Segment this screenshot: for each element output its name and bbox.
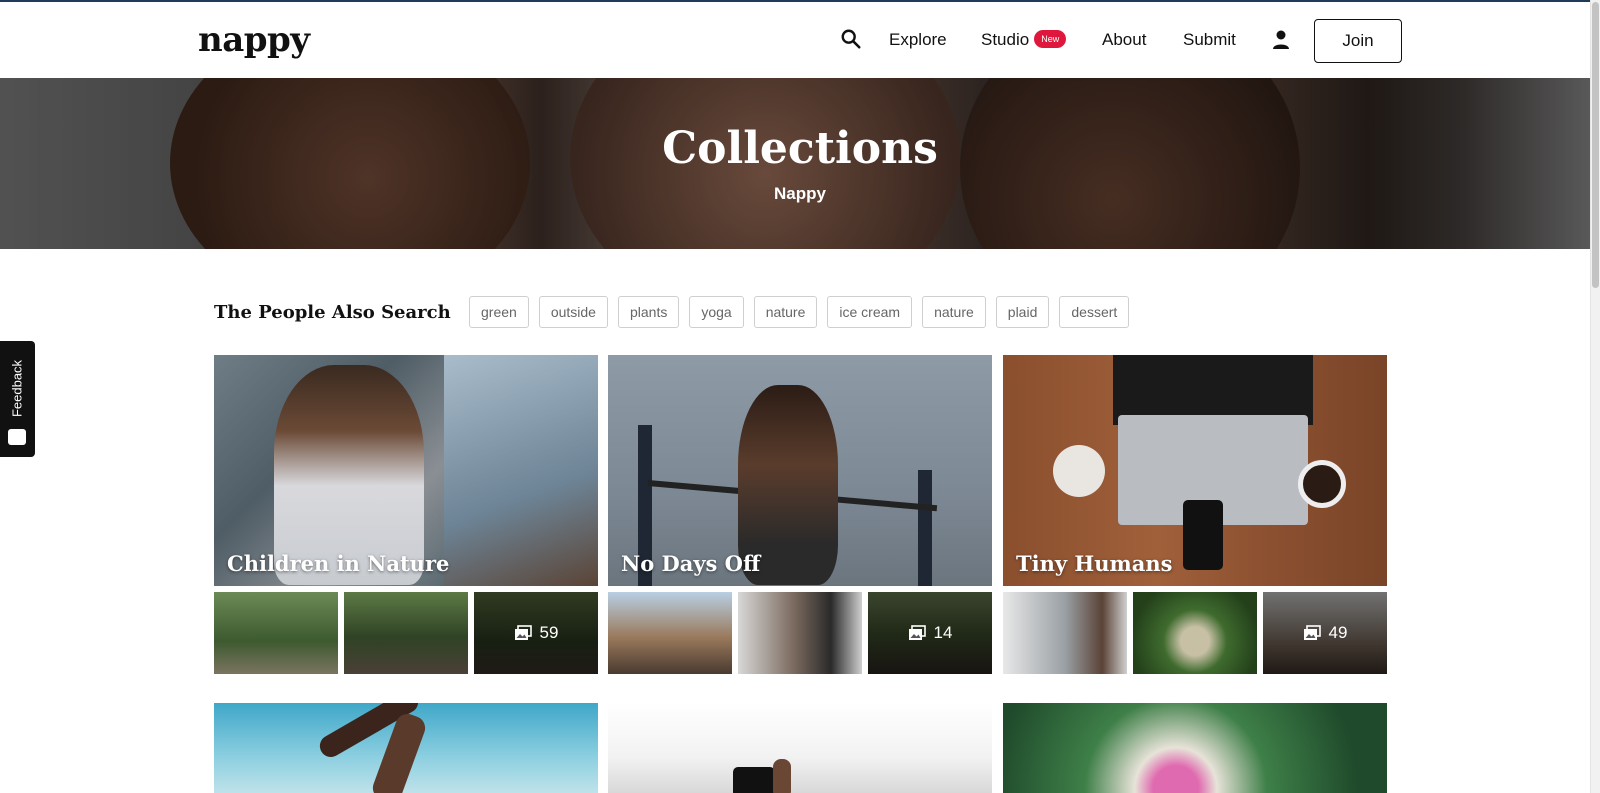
collection-cover-image[interactable] bbox=[1003, 703, 1387, 793]
collection-card[interactable]: No Days Off 14 bbox=[608, 355, 992, 674]
thumbnail-image[interactable] bbox=[738, 592, 862, 674]
photo-count-overlay: 14 bbox=[868, 592, 992, 674]
hero-banner: Collections Nappy bbox=[0, 78, 1590, 249]
thumbnail-image[interactable] bbox=[608, 592, 732, 674]
photo-count: 14 bbox=[933, 623, 953, 642]
images-icon bbox=[908, 625, 926, 640]
collection-title: Tiny Humans bbox=[1016, 551, 1173, 576]
collection-card[interactable]: Children in Nature 59 bbox=[214, 355, 598, 674]
tag-plants[interactable]: plants bbox=[617, 296, 680, 328]
user-icon[interactable] bbox=[1272, 30, 1290, 50]
collection-cover-image[interactable]: Tiny Humans bbox=[1003, 355, 1387, 586]
tag-nature-2[interactable]: nature bbox=[922, 296, 986, 328]
feedback-smile-icon bbox=[8, 429, 26, 445]
collection-cover-image[interactable]: No Days Off bbox=[608, 355, 992, 586]
collection-cover-image[interactable] bbox=[608, 703, 992, 793]
collection-thumbnails: 59 bbox=[214, 592, 598, 674]
collection-cover-image[interactable] bbox=[214, 703, 598, 793]
thumbnail-image[interactable]: 49 bbox=[1263, 592, 1387, 674]
search-tags: green outside plants yoga nature ice cre… bbox=[469, 296, 1130, 328]
feedback-tab[interactable]: Feedback bbox=[0, 341, 35, 457]
photo-count-overlay: 49 bbox=[1263, 592, 1387, 674]
search-icon[interactable] bbox=[840, 28, 862, 50]
tag-dessert[interactable]: dessert bbox=[1059, 296, 1130, 328]
tag-plaid[interactable]: plaid bbox=[995, 296, 1050, 328]
new-badge: New bbox=[1034, 29, 1067, 48]
collection-thumbnails: 49 bbox=[1003, 592, 1387, 674]
thumbnail-image[interactable] bbox=[214, 592, 338, 674]
join-button[interactable]: Join bbox=[1314, 19, 1402, 63]
photo-count: 49 bbox=[1328, 623, 1348, 642]
tag-green[interactable]: green bbox=[469, 296, 529, 328]
also-search-title: The People Also Search bbox=[214, 302, 451, 323]
collection-thumbnails: 14 bbox=[608, 592, 992, 674]
nav-studio[interactable]: Studio New bbox=[981, 29, 1067, 50]
photo-count-overlay: 59 bbox=[474, 592, 598, 674]
nav-about[interactable]: About bbox=[1102, 30, 1146, 50]
nav-explore[interactable]: Explore bbox=[889, 30, 947, 50]
thumbnail-image[interactable] bbox=[1133, 592, 1257, 674]
page-title: Collections bbox=[662, 123, 938, 174]
tag-ice-cream[interactable]: ice cream bbox=[827, 296, 913, 328]
site-logo[interactable]: nappy bbox=[198, 20, 310, 60]
thumbnail-image[interactable] bbox=[344, 592, 468, 674]
collection-title: Children in Nature bbox=[227, 551, 450, 576]
page-subtitle: Nappy bbox=[774, 184, 826, 203]
scrollbar-thumb[interactable] bbox=[1592, 2, 1599, 288]
tag-yoga[interactable]: yoga bbox=[689, 296, 744, 328]
thumbnail-image[interactable]: 59 bbox=[474, 592, 598, 674]
collection-title: No Days Off bbox=[621, 551, 761, 576]
tag-nature[interactable]: nature bbox=[753, 296, 818, 328]
site-header: nappy Explore Studio New About Submit Joi… bbox=[0, 2, 1590, 78]
collection-cover-image[interactable]: Children in Nature bbox=[214, 355, 598, 586]
page-scrollbar[interactable] bbox=[1590, 0, 1600, 793]
thumbnail-image[interactable] bbox=[1003, 592, 1127, 674]
nav-submit[interactable]: Submit bbox=[1183, 30, 1236, 50]
images-icon bbox=[1303, 625, 1321, 640]
collection-card[interactable]: Tiny Humans 49 bbox=[1003, 355, 1387, 674]
thumbnail-image[interactable]: 14 bbox=[868, 592, 992, 674]
photo-count: 59 bbox=[539, 623, 559, 642]
nav-studio-label: Studio bbox=[981, 30, 1030, 49]
feedback-label: Feedback bbox=[9, 359, 25, 418]
images-icon bbox=[514, 625, 532, 640]
tag-outside[interactable]: outside bbox=[538, 296, 608, 328]
